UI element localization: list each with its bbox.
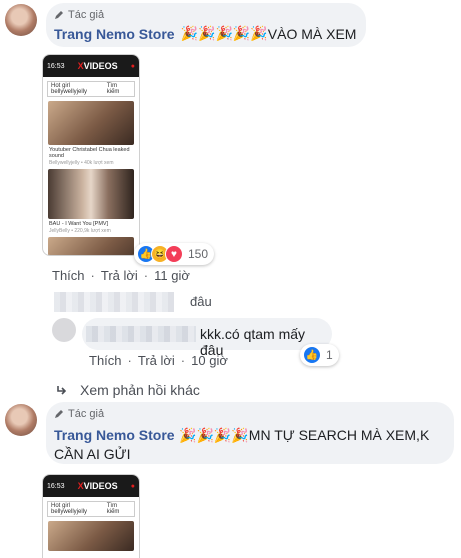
reaction-summary[interactable]: 👍 😆 ♥ 150 <box>134 243 215 265</box>
avatar[interactable] <box>52 318 76 342</box>
attached-screenshot[interactable]: 16:53 XVIDEOS ● Hot girl bellywellyjelly… <box>42 54 140 256</box>
emoji-group: 🎉🎉🎉🎉 <box>179 427 249 443</box>
timestamp: 11 giờ <box>154 268 190 283</box>
video-meta: Bellywellyjelly • 40k lượt xem <box>49 160 114 166</box>
author-badge: Tác giả <box>54 9 104 21</box>
status-bar: 16:53 XVIDEOS ● <box>43 475 139 497</box>
reply-button[interactable]: Trả lời <box>101 268 138 283</box>
reply-button[interactable]: Trả lời <box>138 353 175 368</box>
reply-actions: Thích · Trả lời · 10 giờ <box>89 353 228 368</box>
video-meta: JellyBelly • 220,9k lượt xem <box>49 228 111 234</box>
comment-text: VÀO MÀ XEM <box>267 25 357 42</box>
video-thumbnail <box>48 521 134 551</box>
attached-screenshot[interactable]: 16:53 XVIDEOS ● Hot girl bellywellyjelly… <box>42 474 140 558</box>
comment-actions: Thích · Trả lời · 11 giờ <box>52 268 190 283</box>
love-icon: ♥ <box>165 245 183 263</box>
author-badge-label: Tác giả <box>68 408 105 420</box>
reply-bubble: kkk.có qtam mấy đâu <box>82 318 332 358</box>
reply-arrow-icon <box>57 386 67 395</box>
search-bar: Hot girl bellywellyjelly Tìm kiếm <box>47 81 135 97</box>
reply-text: đâu <box>190 294 212 309</box>
site-logo: XVIDEOS <box>77 61 118 71</box>
view-more-label[interactable]: Xem phản hồi khác <box>80 382 200 398</box>
search-button: Tìm kiếm <box>106 503 120 515</box>
like-button[interactable]: Thích <box>89 353 122 368</box>
pen-icon <box>55 410 63 418</box>
author-name[interactable]: Trang Nemo Store <box>54 427 175 443</box>
author-badge: Tác giả <box>54 408 104 420</box>
emoji-group: 🎉🎉🎉🎉🎉 <box>180 25 268 41</box>
blurred-author-name <box>86 326 196 342</box>
video-thumbnail <box>48 101 134 145</box>
status-time: 16:53 <box>47 482 65 490</box>
video-thumbnail <box>48 237 134 255</box>
reaction-summary[interactable]: 👍 1 <box>300 344 339 366</box>
search-button: Tìm kiếm <box>106 83 120 95</box>
view-more-replies[interactable]: Xem phản hồi khác <box>56 382 200 398</box>
video-thumbnail <box>48 169 134 219</box>
author-name[interactable]: Trang Nemo Store <box>54 26 175 42</box>
search-text: Hot girl bellywellyjelly <box>51 503 88 515</box>
timestamp: 10 giờ <box>191 353 228 368</box>
video-title: Youtuber Christabel Chua leaked sound <box>49 147 130 159</box>
status-bar: 16:53 XVIDEOS ● <box>43 55 139 77</box>
avatar[interactable] <box>5 4 37 36</box>
comment-bubble: Tác giả Trang Nemo Store 🎉🎉🎉🎉MN TỰ SEARC… <box>46 402 454 464</box>
reaction-count: 1 <box>326 348 333 362</box>
search-text: Hot girl bellywellyjelly <box>51 83 88 95</box>
site-logo: XVIDEOS <box>77 481 118 491</box>
comment-bubble: Tác giả Trang Nemo Store 🎉🎉🎉🎉🎉 VÀO MÀ XEM <box>46 3 366 47</box>
pen-icon <box>55 11 63 19</box>
like-icon: 👍 <box>303 346 321 364</box>
avatar[interactable] <box>5 404 37 436</box>
search-bar: Hot girl bellywellyjelly Tìm kiếm <box>47 501 135 517</box>
video-title: BAU - I Want You [PMV] <box>49 221 109 227</box>
reaction-count: 150 <box>188 247 209 261</box>
author-badge-label: Tác giả <box>68 9 105 21</box>
like-button[interactable]: Thích <box>52 268 85 283</box>
status-time: 16:53 <box>47 62 65 70</box>
blurred-reply <box>54 292 174 312</box>
